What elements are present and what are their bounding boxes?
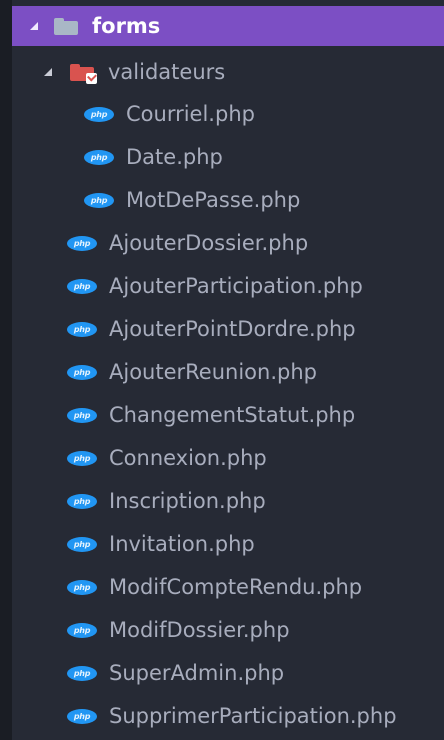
php-file-icon: php: [67, 450, 97, 466]
tree-file-item[interactable]: php Inscription.php: [12, 481, 444, 521]
tree-folder-label: validateurs: [108, 60, 226, 84]
tree-file-label: SupprimerParticipation.php: [109, 704, 397, 728]
tree-file-item[interactable]: php ChangementStatut.php: [12, 395, 444, 435]
php-file-icon: php: [67, 278, 97, 294]
tree-file-label: Inscription.php: [109, 489, 266, 513]
tree-file-item[interactable]: php MotDePasse.php: [12, 180, 444, 220]
tree-file-label: MotDePasse.php: [126, 188, 301, 212]
php-file-icon: php: [67, 321, 97, 337]
tree-file-label: ModifCompteRendu.php: [109, 575, 363, 599]
tree-file-item[interactable]: php AjouterPointDordre.php: [12, 309, 444, 349]
php-file-icon: php: [84, 106, 114, 122]
tree-file-label: AjouterParticipation.php: [109, 274, 363, 298]
tree-file-label: ChangementStatut.php: [109, 403, 356, 427]
tree-folder-label: forms: [92, 14, 161, 38]
tree-folder-forms[interactable]: forms: [12, 6, 444, 46]
tree-file-label: SuperAdmin.php: [109, 661, 285, 685]
tree-file-item[interactable]: php Invitation.php: [12, 524, 444, 564]
folder-red-check-icon: [70, 63, 97, 84]
expand-arrow-icon[interactable]: [30, 22, 38, 30]
tree-file-label: Date.php: [126, 145, 223, 169]
php-file-icon: php: [84, 192, 114, 208]
php-file-icon: php: [67, 665, 97, 681]
tree-file-label: AjouterPointDordre.php: [109, 317, 356, 341]
tree-file-item[interactable]: php AjouterReunion.php: [12, 352, 444, 392]
tree-file-label: Connexion.php: [109, 446, 267, 470]
tree-file-item[interactable]: php AjouterDossier.php: [12, 223, 444, 263]
tree-file-item[interactable]: php AjouterParticipation.php: [12, 266, 444, 306]
tree-file-item[interactable]: php Courriel.php: [12, 94, 444, 134]
php-file-icon: php: [67, 407, 97, 423]
tree-file-label: ModifDossier.php: [109, 618, 290, 642]
tree-file-item[interactable]: php SupprimerParticipation.php: [12, 696, 444, 736]
tree-file-item[interactable]: php Connexion.php: [12, 438, 444, 478]
tree-file-label: Courriel.php: [126, 102, 255, 126]
folder-open-icon: [54, 17, 78, 35]
tree-file-item[interactable]: php ModifDossier.php: [12, 610, 444, 650]
php-file-icon: php: [67, 536, 97, 552]
tree-file-label: Invitation.php: [109, 532, 255, 556]
tree-file-label: AjouterReunion.php: [109, 360, 317, 384]
tree-file-label: AjouterDossier.php: [109, 231, 309, 255]
php-file-icon: php: [67, 708, 97, 724]
php-file-icon: php: [67, 364, 97, 380]
file-tree-panel: forms validateurs php Courriel.php php D…: [12, 0, 444, 740]
php-file-icon: php: [67, 579, 97, 595]
tree-folder-validateurs[interactable]: validateurs: [12, 52, 444, 92]
php-file-icon: php: [84, 149, 114, 165]
tree-file-item[interactable]: php SuperAdmin.php: [12, 653, 444, 693]
tree-file-item[interactable]: php Date.php: [12, 137, 444, 177]
php-file-icon: php: [67, 622, 97, 638]
expand-arrow-icon[interactable]: [44, 68, 52, 76]
php-file-icon: php: [67, 493, 97, 509]
tree-file-item[interactable]: php ModifCompteRendu.php: [12, 567, 444, 607]
php-file-icon: php: [67, 235, 97, 251]
